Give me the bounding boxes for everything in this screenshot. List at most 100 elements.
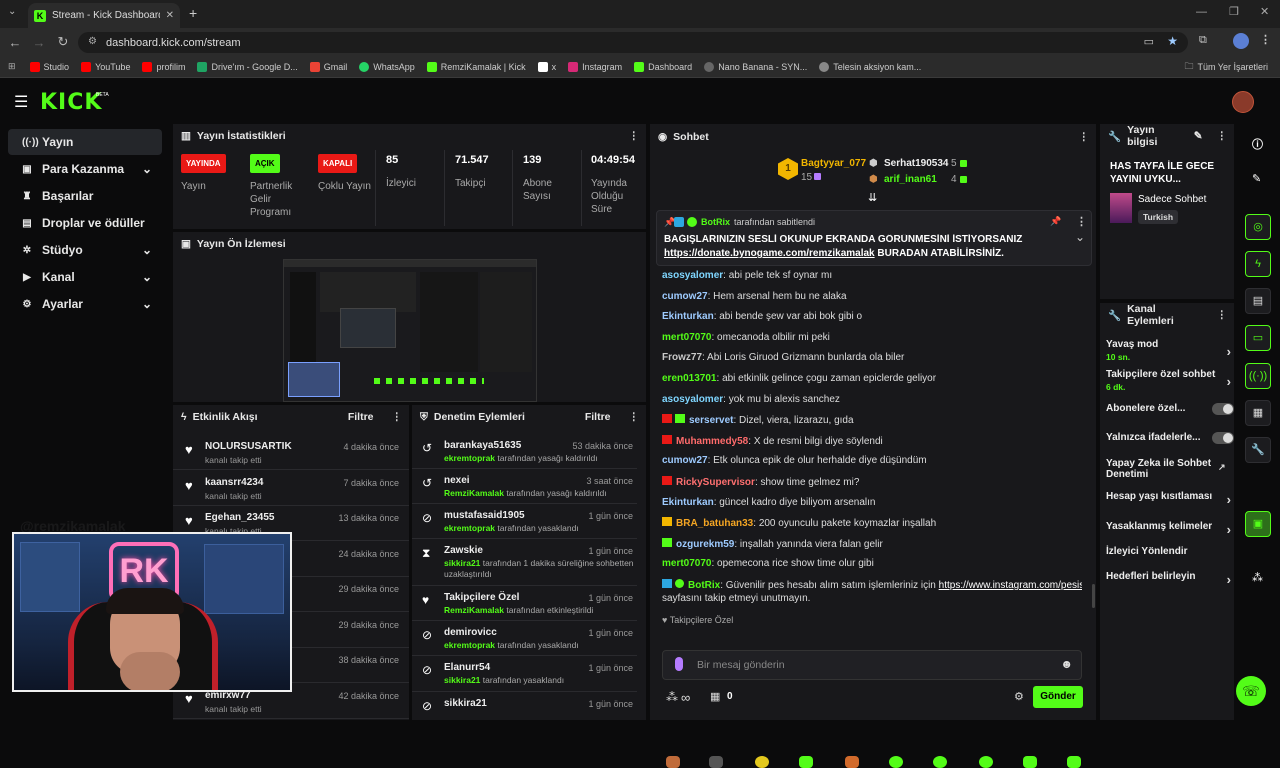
moderation-menu-icon[interactable]: ⋮	[629, 411, 639, 423]
clipboard-button[interactable]: ▤	[1245, 288, 1271, 314]
chat-username[interactable]: cumow27	[662, 455, 708, 466]
chat-message[interactable]: asosyalomer: abi pele tek sf oynar mı	[662, 270, 1082, 281]
chat-message[interactable]: asosyalomer: yok mu bi alexis sanchez	[662, 394, 1082, 405]
pencil-icon[interactable]: ✎	[1252, 172, 1261, 185]
leader-2-name[interactable]: Serhat190534	[884, 158, 949, 169]
users-icon[interactable]: ⁂	[666, 690, 678, 704]
minimize-icon[interactable]: —	[1196, 6, 1207, 18]
chat-message[interactable]: RickySupervisor: show time gelmez mi?	[662, 476, 1082, 488]
chat-username[interactable]: Ekinturkan	[662, 311, 714, 322]
profile-avatar[interactable]	[1233, 33, 1249, 49]
all-bookmarks[interactable]: 🗀 Tüm Yer İşaretleri	[1184, 59, 1268, 75]
browser-menu-icon[interactable]: ⋮	[1260, 33, 1271, 46]
bookmark-whatsapp[interactable]: WhatsApp	[359, 61, 415, 72]
forward-icon[interactable]: →	[27, 35, 51, 50]
nav-droplar[interactable]: ▤ Droplar ve ödüller	[8, 210, 162, 236]
maximize-icon[interactable]: ❐	[1229, 5, 1239, 18]
emote-icon[interactable]	[1023, 756, 1037, 768]
wrench-button[interactable]: 🔧	[1245, 437, 1271, 463]
bookmark-nano-banana[interactable]: Nano Banana - SYN...	[704, 61, 807, 72]
bookmark-x[interactable]: x	[537, 61, 556, 72]
url-field[interactable]: ⚙ dashboard.kick.com/stream ▭ ★	[78, 32, 1188, 53]
chat-username[interactable]: BotRix	[688, 580, 720, 591]
close-tab-icon[interactable]: ✕	[166, 10, 174, 21]
category-thumbnail[interactable]	[1110, 193, 1132, 223]
info-menu-icon[interactable]: ⋮	[1217, 130, 1227, 142]
chat-message[interactable]: ozgurekm59: inşallah yanında viera falan…	[662, 537, 1082, 550]
unpin-icon[interactable]: 📌	[1050, 216, 1061, 227]
lightning-button[interactable]: ϟ	[1245, 251, 1271, 277]
support-chat-button[interactable]: ☏	[1236, 676, 1266, 706]
chat-message[interactable]: eren013701: abi etkinlik gelince çogu za…	[662, 373, 1082, 384]
bookmark-gmail[interactable]: Gmail	[309, 61, 347, 72]
chat-message[interactable]: BotRix: Güvenilir pes hesabı alım satım …	[662, 579, 1082, 591]
chat-input[interactable]: Bir mesaj gönderin ☻	[662, 650, 1082, 680]
moderation-row[interactable]: ⊘ Elanurr54 sikkira21 tarafından yasakland…	[412, 657, 637, 692]
site-info-icon[interactable]: ⚙	[88, 36, 97, 47]
emote-icon[interactable]	[845, 756, 859, 768]
microphone-icon[interactable]	[675, 657, 683, 671]
moderation-row[interactable]: ⊘ sikkira21 1 gün önce	[412, 693, 637, 720]
bookmark-drive[interactable]: Drive'ım - Google D...	[197, 61, 298, 72]
emote-icon[interactable]	[709, 756, 723, 768]
chat-message[interactable]: Frowz77: Abi Loris Giruod Grizmann bunla…	[662, 352, 1082, 363]
preview-video[interactable]	[283, 259, 537, 402]
nav-kanal[interactable]: ▶ Kanal ⌄	[8, 264, 162, 290]
chat-link[interactable]: https://www.instagram.com/pesisland/	[939, 580, 1082, 591]
chat-username[interactable]: eren013701	[662, 373, 717, 384]
apps-grid-icon[interactable]: ⊞	[8, 61, 16, 72]
nav-studyo[interactable]: ✲ Stüdyo ⌄	[8, 237, 162, 263]
nav-para-kazanma[interactable]: ▣ Para Kazanma ⌄	[8, 156, 162, 182]
emote-icon[interactable]	[1067, 756, 1081, 768]
followers-only-row[interactable]: Takipçilere özel sohbet 6 dk. ›	[1106, 369, 1231, 392]
pinned-menu-icon[interactable]: ⋮	[1076, 215, 1087, 228]
pinned-link[interactable]: https://donate.bynogame.com/remzikamalak	[664, 248, 875, 259]
chat-message[interactable]: Ekinturkan: güncel kadro diye biliyom ar…	[662, 497, 1082, 508]
gift-icon[interactable]: ▦	[710, 690, 720, 703]
emote-icon[interactable]	[666, 756, 680, 768]
moderation-row[interactable]: ♥ Takipçilere Özel RemziKamalak tarafından…	[412, 587, 637, 621]
emoji-picker-icon[interactable]: ☻	[1060, 657, 1073, 671]
chat-username[interactable]: Frowz77	[662, 352, 702, 363]
emote-icon[interactable]	[799, 756, 813, 768]
bookmark-instagram[interactable]: Instagram	[568, 61, 622, 72]
cast-icon[interactable]: ▭	[1144, 35, 1154, 48]
chat-message[interactable]: cumow27: Etk olunca epik de olur herhald…	[662, 455, 1082, 466]
slow-mode-row[interactable]: Yavaş mod 10 sn. ›	[1106, 339, 1231, 362]
chat-message[interactable]: mert07070: omecanoda olbilir mi peki	[662, 332, 1082, 343]
edit-icon[interactable]: ✎	[1194, 130, 1203, 142]
chat-username[interactable]: asosyalomer	[662, 270, 723, 281]
bookmark-star-icon[interactable]: ★	[1167, 34, 1178, 48]
kick-logo[interactable]: KICK	[40, 90, 102, 115]
moderation-row[interactable]: ⊘ mustafasaid1905 ekremtoprak tarafından y…	[412, 505, 637, 539]
account-age-row[interactable]: Hesap yaşı kısıtlaması ›	[1106, 491, 1231, 507]
bookmark-telesin[interactable]: Telesin aksiyon kam...	[819, 61, 921, 72]
close-window-icon[interactable]: ✕	[1260, 5, 1269, 18]
chat-message[interactable]: cumow27: Hem arsenal hem bu ne alaka	[662, 291, 1082, 302]
chat-message[interactable]: serservet: Dizel, viera, lizarazu, gıda	[662, 414, 1082, 426]
hamburger-menu-icon[interactable]: ☰	[14, 92, 28, 112]
banned-words-row[interactable]: Yasaklanmış kelimeler ›	[1106, 521, 1231, 537]
category-name[interactable]: Sadece Sohbet	[1138, 194, 1206, 205]
emote-icon[interactable]	[933, 756, 947, 768]
new-tab-icon[interactable]: +	[189, 5, 197, 21]
chat-username[interactable]: asosyalomer	[662, 394, 723, 405]
emotes-only-toggle[interactable]	[1212, 432, 1234, 444]
camera-button[interactable]: ◎	[1245, 214, 1271, 240]
chevron-down-icon[interactable]: ⌄	[1075, 230, 1085, 244]
event-row[interactable]: ♥ kaansrr4234 kanalı takip etti 7 dakika ön…	[173, 471, 409, 506]
info-icon[interactable]: ⓘ	[1252, 136, 1263, 152]
chat-message[interactable]: Ekinturkan: abi bende şew var abi bok gi…	[662, 311, 1082, 322]
chat-username[interactable]: mert07070	[662, 332, 711, 343]
back-icon[interactable]: ←	[3, 35, 27, 50]
bookmark-studio[interactable]: Studio	[29, 61, 69, 72]
moderation-filter-button[interactable]: Filtre	[585, 411, 611, 423]
chat-menu-icon[interactable]: ⋮	[1079, 131, 1089, 143]
activity-filter-button[interactable]: Filtre	[348, 411, 374, 423]
broadcast-button[interactable]: ((·))	[1245, 363, 1271, 389]
chat-username[interactable]: ozgurekm59	[676, 539, 734, 550]
users-icon[interactable]: ⁂	[1252, 571, 1263, 584]
chat-scrollbar[interactable]	[1092, 584, 1095, 608]
chat-username[interactable]: serservet	[689, 415, 733, 426]
chat-settings-icon[interactable]: ⚙	[1014, 690, 1024, 703]
